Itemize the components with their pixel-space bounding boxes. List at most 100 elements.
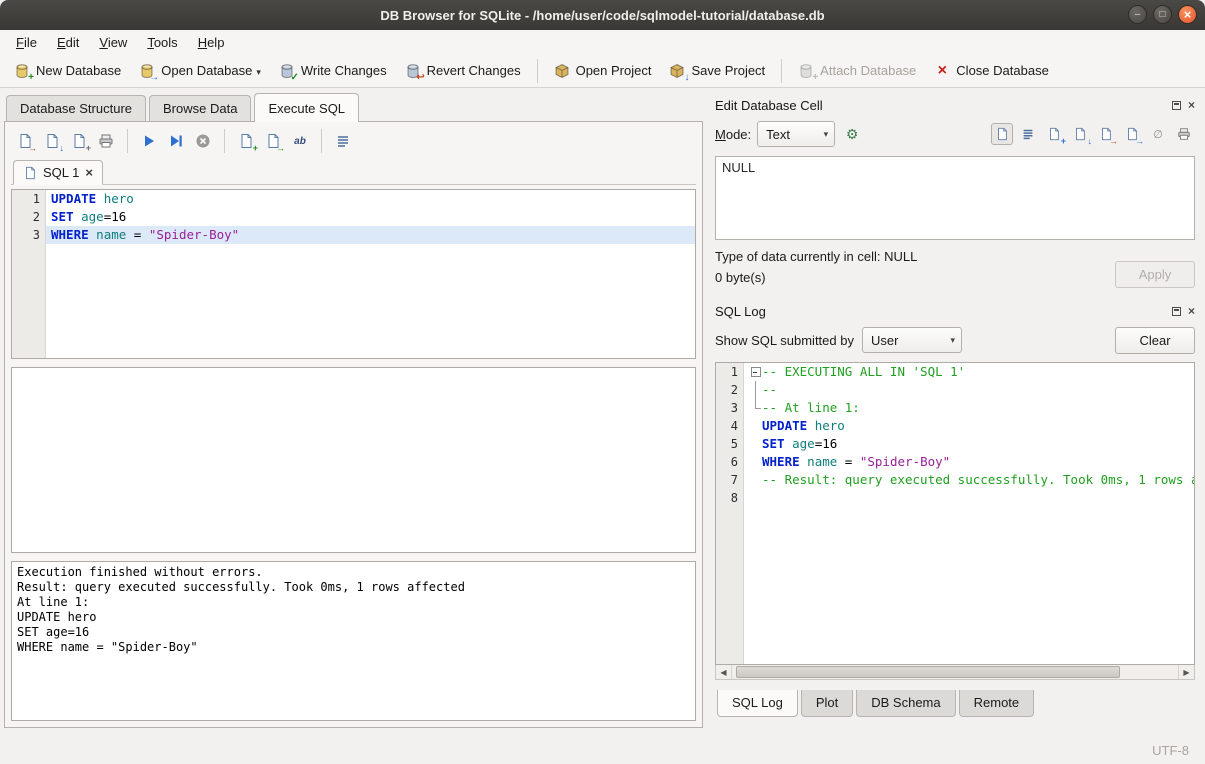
sql-document-tab[interactable]: SQL 1 × <box>13 160 103 185</box>
new-database-icon: + <box>14 63 30 79</box>
code-line[interactable]: WHERE name = "Spider-Boy" <box>46 226 695 244</box>
save-sql-file-icon[interactable]: ↓ <box>40 129 64 153</box>
find-replace-icon[interactable]: ab <box>288 129 312 153</box>
close-button[interactable]: × <box>1178 5 1197 24</box>
set-null-icon[interactable]: ∅ <box>1147 123 1169 145</box>
execute-sql-panel: → ↓ + + → ab SQL 1 × <box>4 121 703 728</box>
window-controls: – □ × <box>1128 5 1197 24</box>
line-number: 4 <box>716 417 743 435</box>
scroll-left-icon[interactable]: ◀ <box>716 665 732 679</box>
sql-log-view: 12345678 -- EXECUTING ALL IN 'SQL 1'----… <box>715 362 1195 665</box>
close-dock-icon[interactable]: × <box>1188 307 1195 316</box>
mode-select[interactable]: Text ▾ <box>757 121 835 147</box>
line-number: 6 <box>716 453 743 471</box>
chevron-down-icon: ▾ <box>824 129 829 140</box>
apply-button: Apply <box>1115 261 1195 288</box>
button-label: Revert Changes <box>427 63 521 78</box>
log-horizontal-scrollbar[interactable]: ◀ ▶ <box>715 665 1195 680</box>
button-label: New Database <box>36 63 121 78</box>
word-wrap-icon[interactable] <box>331 129 355 153</box>
menu-tools[interactable]: Tools <box>137 32 187 53</box>
code-line: -- <box>744 381 1194 399</box>
execution-output-text: Execution finished without errors. Resul… <box>12 562 695 658</box>
open-database-button[interactable]: → Open Database ▾ <box>131 58 269 84</box>
chevron-down-icon: ▾ <box>950 335 955 346</box>
open-sql-file-icon[interactable]: → <box>13 129 37 153</box>
button-label: Open Database <box>161 63 252 78</box>
float-dock-icon[interactable] <box>1172 307 1181 316</box>
code-line[interactable]: SET age=16 <box>46 208 695 226</box>
edit-external-icon[interactable]: + <box>1043 123 1065 145</box>
edit-cell-title: Edit Database Cell <box>715 98 1172 113</box>
close-dock-icon[interactable]: × <box>1188 101 1195 110</box>
edit-cell-mode-row: Mode: Text ▾ ⚙ + ↓ → → ∅ <box>715 119 1195 149</box>
open-database-dropdown-icon[interactable]: ▾ <box>256 67 261 79</box>
code-line <box>744 489 1194 507</box>
print-cell-icon[interactable] <box>1173 123 1195 145</box>
menu-help[interactable]: Help <box>188 32 235 53</box>
fold-guide <box>749 435 762 453</box>
execution-output: Execution finished without errors. Resul… <box>11 561 696 721</box>
editor-gutter: 123 <box>12 190 46 358</box>
sql-log-title: SQL Log <box>715 304 1172 319</box>
tab-database-structure[interactable]: Database Structure <box>6 95 146 122</box>
minimize-button[interactable]: – <box>1128 5 1147 24</box>
fold-marker-icon[interactable] <box>749 363 762 381</box>
sql-editor[interactable]: 123 UPDATE heroSET age=16WHERE name = "S… <box>11 189 696 359</box>
cell-value-editor[interactable]: NULL <box>715 156 1195 240</box>
log-code-area: -- EXECUTING ALL IN 'SQL 1'---- At line … <box>744 363 1194 664</box>
wrap-lines-icon[interactable] <box>1017 123 1039 145</box>
print-sql-icon[interactable] <box>94 129 118 153</box>
tab-execute-sql[interactable]: Execute SQL <box>254 93 359 122</box>
write-changes-button[interactable]: ✓ Write Changes <box>271 58 395 84</box>
settings-icon[interactable]: ⚙ <box>841 123 863 145</box>
save-sql-as-icon[interactable]: + <box>67 129 91 153</box>
tab-db-schema[interactable]: DB Schema <box>856 690 955 717</box>
open-project-button[interactable]: Open Project <box>546 58 660 84</box>
close-database-icon: × <box>934 64 950 78</box>
export-data-icon[interactable]: → <box>1095 123 1117 145</box>
tab-sql-log[interactable]: SQL Log <box>717 690 798 717</box>
menu-view[interactable]: View <box>89 32 137 53</box>
scroll-right-icon[interactable]: ▶ <box>1178 665 1194 679</box>
sql-document-tab-bar: SQL 1 × <box>11 158 696 185</box>
save-project-button[interactable]: ↓ Save Project <box>661 58 773 84</box>
sql-tab-label: SQL 1 <box>43 165 79 180</box>
cell-info: Type of data currently in cell: NULL 0 b… <box>715 246 1195 288</box>
menu-edit[interactable]: Edit <box>47 32 89 53</box>
sql-toolbar-separator <box>127 129 128 153</box>
open-sql-tab-icon[interactable]: → <box>261 129 285 153</box>
scrollbar-thumb[interactable] <box>736 666 1120 678</box>
new-sql-tab-icon[interactable]: + <box>234 129 258 153</box>
scrollbar-track[interactable] <box>732 665 1178 679</box>
tab-browse-data[interactable]: Browse Data <box>149 95 251 122</box>
float-dock-icon[interactable] <box>1172 101 1181 110</box>
menu-file[interactable]: File <box>6 32 47 53</box>
revert-changes-button[interactable]: ↩ Revert Changes <box>397 58 529 84</box>
execute-current-line-icon[interactable] <box>164 129 188 153</box>
fold-guide <box>749 471 762 489</box>
tab-remote[interactable]: Remote <box>959 690 1035 717</box>
execute-all-icon[interactable] <box>137 129 161 153</box>
sql-log-filter-row: Show SQL submitted by User ▾ Clear <box>715 325 1195 355</box>
main-toolbar: + New Database → Open Database ▾ ✓ Write… <box>0 54 1205 88</box>
maximize-icon: □ <box>1159 10 1165 20</box>
main-tab-bar: Database Structure Browse Data Execute S… <box>4 93 703 122</box>
results-grid[interactable] <box>11 367 696 553</box>
close-database-button[interactable]: × Close Database <box>926 58 1057 83</box>
tab-close-icon[interactable]: × <box>85 166 93 179</box>
tab-plot[interactable]: Plot <box>801 690 853 717</box>
submitter-select[interactable]: User ▾ <box>862 327 962 353</box>
text-view-icon[interactable] <box>991 123 1013 145</box>
button-label: Attach Database <box>820 63 916 78</box>
editor-code-area[interactable]: UPDATE heroSET age=16WHERE name = "Spide… <box>46 190 695 358</box>
save-cell-icon[interactable]: → <box>1121 123 1143 145</box>
maximize-button[interactable]: □ <box>1153 5 1172 24</box>
code-line[interactable]: UPDATE hero <box>46 190 695 208</box>
cell-value: NULL <box>722 160 755 175</box>
new-database-button[interactable]: + New Database <box>6 58 129 84</box>
line-number: 2 <box>12 208 45 226</box>
clear-button[interactable]: Clear <box>1115 327 1195 354</box>
toolbar-separator <box>537 59 538 83</box>
import-data-icon[interactable]: ↓ <box>1069 123 1091 145</box>
